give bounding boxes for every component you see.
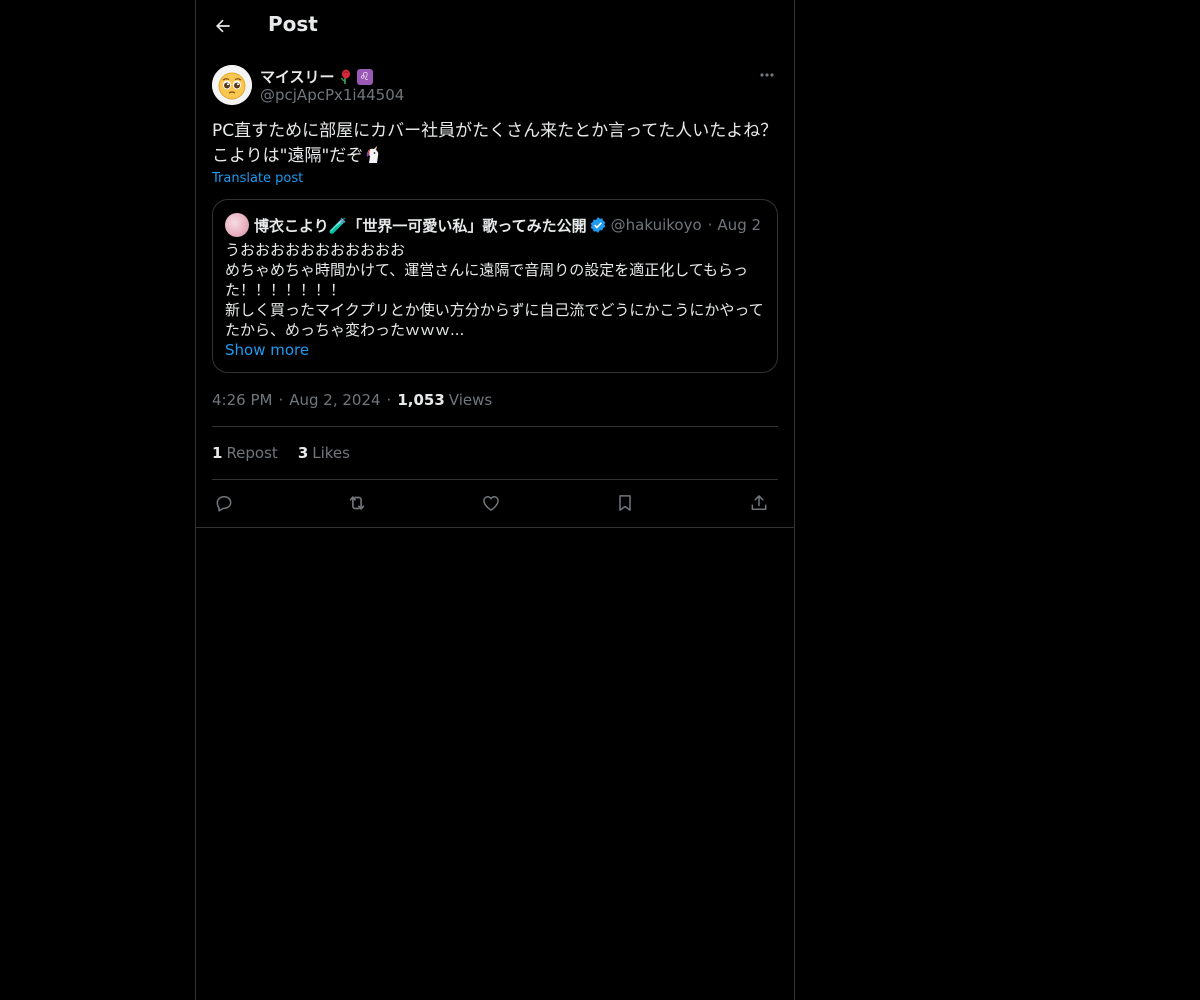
meta-separator: · <box>386 391 392 409</box>
pleading-face-icon <box>212 65 252 105</box>
reposts-count: 1 <box>212 444 223 462</box>
quoted-text-line: めちゃめちゃ時間かけて、運営さんに遠隔で音周りの設定を適正化してもらっ <box>225 261 749 279</box>
post-date[interactable]: Aug 2, 2024 <box>289 391 380 409</box>
divider <box>212 479 778 480</box>
reposts-stat[interactable]: 1 Repost <box>212 444 278 462</box>
quoted-handle: @hakuikoyori <box>610 216 703 234</box>
quoted-text-line: うおおおおおおおおおおお <box>225 241 406 259</box>
reply-icon <box>214 493 234 513</box>
like-button[interactable] <box>479 491 503 515</box>
repost-button[interactable] <box>345 491 369 515</box>
author-handle[interactable]: @pcjApcPx1i44504 <box>260 86 404 104</box>
quoted-text-line: 新しく買ったマイクプリとか使い方分からずに自己流でどうにかこうにかやって <box>225 301 764 319</box>
quoted-post-card[interactable]: 博衣こより🧪「世界一可愛い私」歌ってみた公開 @hakuikoyori · Au… <box>212 199 778 373</box>
heart-icon <box>481 493 501 513</box>
views-count: 1,053 <box>397 391 445 409</box>
share-icon <box>749 493 769 513</box>
unicorn-icon <box>363 145 383 165</box>
display-name[interactable]: マイスリー <box>260 66 335 87</box>
show-more-link[interactable]: Show more <box>225 341 309 359</box>
more-button[interactable] <box>756 65 778 85</box>
display-name-row: マイスリー ♌ <box>260 66 373 87</box>
post-time[interactable]: 4:26 PM <box>212 391 272 409</box>
quoted-date[interactable]: Aug 2 <box>717 216 761 234</box>
quoted-post-text: うおおおおおおおおおおお めちゃめちゃ時間かけて、運営さんに遠隔で音周りの設定を… <box>225 240 770 340</box>
likes-label: Likes <box>312 444 350 462</box>
page-title: Post <box>268 12 318 36</box>
views-label: Views <box>448 391 493 409</box>
likes-count: 3 <box>297 444 309 462</box>
translate-post-link[interactable]: Translate post <box>212 171 303 186</box>
meta-separator: · <box>278 391 284 409</box>
post-text-line: PC直すために部屋にカバー社員がたくさん来たとか言ってた人いたよね？ <box>212 121 778 141</box>
action-bar <box>212 488 778 518</box>
quoted-text-line: たから、めっちゃ変わったｗｗｗ... <box>225 321 465 339</box>
reply-button[interactable] <box>212 491 236 515</box>
avatar[interactable] <box>212 65 252 105</box>
quoted-separator: · <box>707 216 713 234</box>
bookmark-icon <box>615 493 635 513</box>
arrow-left-icon <box>213 16 233 36</box>
post-author: マイスリー ♌ @pcjApcPx1i44504 <box>212 65 778 107</box>
divider <box>212 426 778 427</box>
back-button[interactable] <box>208 11 238 41</box>
quoted-avatar[interactable] <box>225 213 249 237</box>
post-header: Post <box>196 0 794 54</box>
verified-badge-icon <box>589 216 607 234</box>
share-button[interactable] <box>747 491 771 515</box>
post-bottom-border <box>196 527 794 528</box>
post-detail-column: Post マイスリー ♌ @pcjApcPx1i44504 PC直すために部屋に… <box>195 0 795 1000</box>
more-dots-icon <box>759 72 775 78</box>
post-text: PC直すために部屋にカバー社員がたくさん来たとか言ってた人いたよね？ こよりは"… <box>212 119 778 169</box>
repost-icon <box>346 492 368 514</box>
post-text-line-2: こよりは"遠隔"だぞ <box>212 144 778 169</box>
leo-sign-icon: ♌ <box>356 68 373 85</box>
quoted-display-name[interactable]: 博衣こより🧪「世界一可愛い私」歌ってみた公開 <box>254 215 587 236</box>
reposts-label: Repost <box>226 444 278 462</box>
post-stats: 1 Repost 3 Likes <box>212 444 350 462</box>
bookmark-button[interactable] <box>613 491 637 515</box>
post-meta: 4:26 PM · Aug 2, 2024 · 1,053 Views <box>212 391 492 409</box>
quoted-text-line: た！！！！！！！ <box>225 281 346 299</box>
quoted-post-header: 博衣こより🧪「世界一可愛い私」歌ってみた公開 @hakuikoyori · Au… <box>225 213 765 237</box>
rose-icon <box>338 69 354 85</box>
likes-stat[interactable]: 3 Likes <box>298 444 350 462</box>
